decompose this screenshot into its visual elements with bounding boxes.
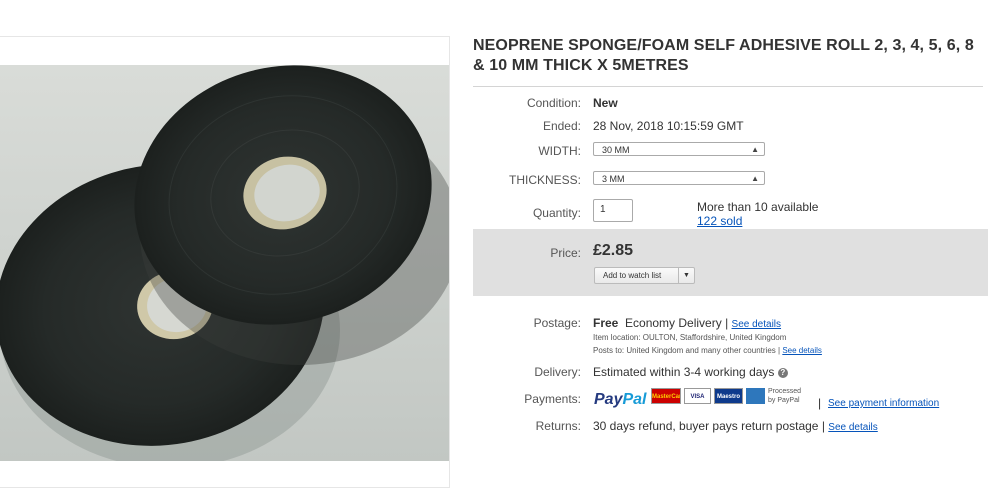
ended-label: Ended: bbox=[542, 119, 581, 133]
add-to-watch-list-button[interactable]: Add to watch list ▼ bbox=[594, 267, 695, 284]
postage-separator: | bbox=[725, 316, 729, 330]
delivery-info: Estimated within 3-4 working days ? bbox=[593, 365, 788, 379]
returns-see-details-link[interactable]: See details bbox=[828, 422, 877, 433]
availability-text: More than 10 available bbox=[697, 200, 819, 214]
postage-info: Free Economy Delivery | See details bbox=[593, 316, 781, 330]
postage-see-details-link[interactable]: See details bbox=[732, 319, 781, 330]
condition-value: New bbox=[593, 96, 618, 110]
mastercard-icon: MasterCard bbox=[651, 388, 681, 404]
thickness-select[interactable]: 3 MM ▲︎ bbox=[593, 171, 765, 185]
returns-value: 30 days refund, buyer pays return postag… bbox=[593, 419, 819, 433]
returns-info: 30 days refund, buyer pays return postag… bbox=[593, 419, 878, 433]
visa-icon: VISA bbox=[684, 388, 711, 404]
image-panel bbox=[0, 36, 450, 488]
availability-info: More than 10 available 122 sold bbox=[697, 200, 818, 228]
returns-separator: | bbox=[821, 419, 825, 433]
width-label: WIDTH: bbox=[538, 144, 581, 158]
listing-title: NEOPRENE SPONGE/FOAM SELF ADHESIVE ROLL … bbox=[473, 37, 974, 74]
thickness-label: THICKNESS: bbox=[508, 173, 581, 187]
ended-value: 28 Nov, 2018 10:15:59 GMT bbox=[593, 119, 744, 133]
width-select[interactable]: 30 MM ▲︎ bbox=[593, 142, 765, 156]
price-label: Price: bbox=[550, 246, 581, 260]
paypal-logo: PayPal bbox=[594, 391, 646, 409]
tape-rolls-image bbox=[0, 65, 449, 461]
watch-list-label: Add to watch list bbox=[603, 271, 662, 280]
paypal-logo-pay: Pay bbox=[594, 391, 623, 408]
by-paypal-text: by PayPal bbox=[768, 397, 800, 404]
condition-label: Condition: bbox=[526, 96, 581, 110]
posts-to-info: Posts to: United Kingdom and many other … bbox=[593, 346, 822, 355]
delivery-label: Delivery: bbox=[534, 365, 581, 379]
amex-icon bbox=[746, 388, 765, 404]
postage-free: Free bbox=[593, 316, 619, 330]
quantity-input[interactable]: 1 bbox=[593, 199, 633, 222]
item-location: Item location: OULTON, Staffordshire, Un… bbox=[593, 333, 787, 342]
select-arrows-icon: ▲︎ bbox=[751, 174, 759, 183]
title-divider bbox=[473, 86, 983, 87]
delivery-value: Estimated within 3-4 working days bbox=[593, 365, 775, 379]
processed-text: Processed bbox=[768, 388, 802, 395]
payments-label: Payments: bbox=[524, 392, 581, 406]
product-photo[interactable] bbox=[0, 65, 449, 461]
see-payment-information-link[interactable]: See payment information bbox=[828, 398, 939, 409]
posts-see-details-link[interactable]: See details bbox=[782, 346, 822, 355]
help-icon[interactable]: ? bbox=[777, 368, 788, 378]
sold-count-link[interactable]: 122 sold bbox=[697, 214, 818, 228]
thickness-selected-value: 3 MM bbox=[602, 174, 625, 184]
payments-separator: | bbox=[818, 396, 822, 410]
returns-label: Returns: bbox=[535, 419, 581, 433]
chevron-down-icon[interactable]: ▼ bbox=[678, 268, 694, 283]
posts-to-text: Posts to: United Kingdom and many other … bbox=[593, 346, 781, 355]
maestro-icon: Maestro bbox=[714, 388, 743, 404]
postage-label: Postage: bbox=[533, 316, 581, 330]
processed-by-paypal: Processed by PayPal bbox=[768, 387, 801, 405]
postage-service: Economy Delivery bbox=[625, 316, 722, 330]
width-selected-value: 30 MM bbox=[602, 145, 630, 155]
paypal-logo-pal: Pal bbox=[622, 391, 647, 408]
select-arrows-icon: ▲︎ bbox=[751, 145, 759, 154]
price-section bbox=[473, 229, 988, 296]
price-value: £2.85 bbox=[593, 242, 634, 259]
quantity-label: Quantity: bbox=[532, 206, 581, 220]
